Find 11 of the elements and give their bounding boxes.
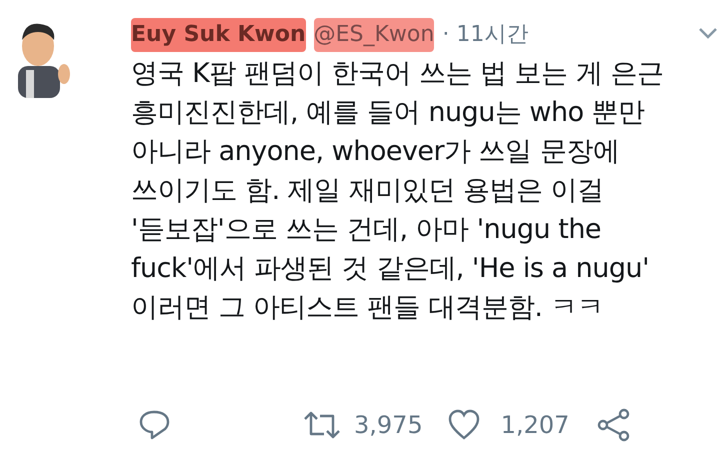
retweet-count: 3,975 — [354, 410, 423, 441]
retweet-icon[interactable] — [302, 410, 342, 440]
heart-icon[interactable] — [446, 409, 481, 441]
tweet-text: 영국 K팝 팬덤이 한국어 쓰는 법 보는 게 은근 흥미진진한데, 예를 들어 nugu는 who 뿐만 아니라 anyone, whoever가 쓰일 문장에 쓰이기도 함. 제일 재미있던 용법은 이걸 '듣보잡'으로 쓰는 건데, 아마 'nugu the fuck'에서 파생된 것 같은데, 'He is a nugu' 이러면 그 아티스트 팬들 대격분함. ㅋㅋ — [131, 57, 664, 325]
reply-icon[interactable] — [137, 408, 171, 442]
author-handle[interactable]: @ES_Kwon — [314, 18, 434, 52]
author-name[interactable]: Euy Suk Kwon — [131, 18, 306, 52]
share-icon[interactable] — [597, 408, 632, 442]
tweet-time[interactable]: · 11시간 — [442, 18, 528, 52]
like-count: 1,207 — [500, 410, 570, 441]
chevron-down-icon[interactable] — [698, 26, 718, 40]
